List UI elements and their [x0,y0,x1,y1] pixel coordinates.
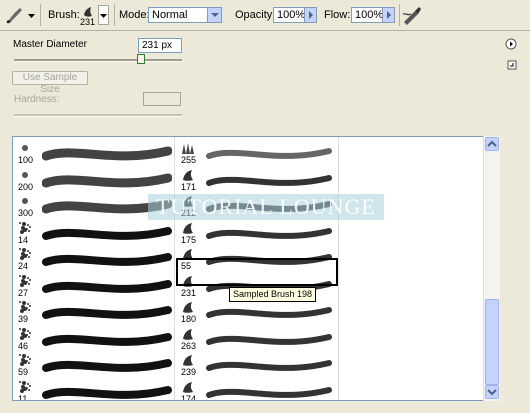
hardness-input[interactable] [143,92,181,106]
master-diameter-slider-thumb[interactable] [137,54,145,64]
divider [40,4,41,26]
chevron-up-icon [487,140,497,147]
mode-value: Normal [152,9,188,21]
brush-stroke-preview [42,275,172,300]
selected-brush-highlight [176,258,338,286]
brush-size-number: 11 [18,393,28,401]
options-toolbar: Brush: 231 Mode: Normal Opacity: 100% Fl… [0,0,530,31]
right-brush-preset[interactable]: 174 [179,380,337,401]
left-brush-preset[interactable]: 27 [16,274,176,301]
left-brush-preset[interactable]: 14 [16,221,176,248]
right-brush-preset[interactable]: 175 [179,221,337,248]
brush-stroke-preview [42,381,172,401]
hardness-slider[interactable] [14,114,182,117]
brush-stroke-preview [42,301,172,326]
brush-stroke-preview [42,222,172,247]
scroll-up-button[interactable] [485,137,499,151]
brush-stroke-preview [205,142,333,167]
brush-size-number: 59 [18,367,29,377]
flyout-menu-icon[interactable] [505,38,517,50]
scroll-thumb[interactable] [485,299,499,385]
brush-stroke-preview [205,222,333,247]
brush-size-number: 239 [181,367,197,377]
flow-input[interactable]: 100% [351,7,395,23]
left-brush-preset[interactable]: 200 [16,168,176,195]
brush-size-number: 14 [18,234,29,245]
opacity-slider-arrow-icon[interactable] [304,8,316,22]
brush-size-number: 263 [181,340,197,351]
left-brush-preset[interactable]: 24 [16,247,176,274]
brush-stroke-preview [205,328,333,353]
right-brush-preset[interactable]: 180 [179,300,337,327]
hardness-label: Hardness: [14,94,60,105]
mode-select[interactable]: Normal [148,7,222,23]
brush-tooltip: Sampled Brush 198 [229,287,317,302]
brush-list-scrollbar[interactable] [483,136,500,401]
brush-stroke-preview [41,142,173,167]
master-diameter-label: Master Diameter [13,39,87,50]
column-divider [174,137,175,400]
brush-stroke-preview [42,354,172,379]
brush-stroke-preview [205,354,333,379]
brush-size-number: 231 [181,287,197,298]
brush-size-label: 231 [80,17,96,27]
opacity-input[interactable]: 100% [273,7,317,23]
brush-preset-picker[interactable]: 231 [80,2,96,30]
brush-picker-dropdown[interactable] [98,5,109,25]
brush-size-number: 200 [18,181,34,192]
brush-stroke-preview [205,381,333,401]
brush-size-number: 24 [18,261,29,271]
scroll-down-button[interactable] [485,385,499,399]
master-diameter-input[interactable]: 231 px [138,38,182,53]
use-sample-size-button[interactable]: Use Sample Size [12,71,88,95]
brush-size-number: 255 [181,155,197,165]
opacity-label: Opacity: [235,9,276,21]
right-brush-preset[interactable]: 255 [179,141,337,168]
divider [114,4,115,26]
right-brush-preset[interactable]: 263 [179,327,337,354]
left-brush-preset[interactable]: 39 [16,300,176,327]
left-brush-preset[interactable]: 11 [16,380,176,401]
flow-slider-arrow-icon[interactable] [382,8,394,22]
brush-stroke-preview [205,301,333,326]
tool-preset-dropdown[interactable] [26,5,37,25]
brush-size-number: 100 [18,155,34,165]
watermark: TUTORIAL LOUNGE [148,194,384,220]
divider [399,4,400,26]
flow-label: Flow: [324,9,351,21]
chevron-down-icon[interactable] [207,8,221,22]
brush-stroke-preview [42,248,172,273]
new-preset-icon[interactable] [507,60,517,70]
flow-value: 100% [355,9,384,21]
brush-size-number: 171 [181,181,197,192]
brush-stroke-preview [205,169,333,194]
left-brush-preset[interactable]: 46 [16,327,176,354]
left-brush-preset[interactable]: 59 [16,353,176,380]
brush-size-number: 46 [18,340,29,351]
brush-size-number: 27 [18,287,29,298]
master-diameter-slider[interactable] [14,59,182,62]
brush-stroke-preview [41,169,173,194]
brush-tool-icon[interactable] [4,5,26,25]
brush-stroke-preview [42,328,172,353]
brush-size-number: 174 [181,393,197,401]
brush-size-number: 175 [181,234,197,245]
opacity-value: 100% [277,9,306,21]
brush-size-number: 39 [18,314,29,324]
mode-label: Mode: [119,9,150,21]
column-divider [338,137,339,400]
chevron-down-icon [487,389,497,396]
brush-size-number: 300 [18,208,34,218]
right-brush-preset[interactable]: 171 [179,168,337,195]
brush-size-number: 180 [181,314,197,324]
left-brush-preset[interactable]: 100 [16,141,176,168]
brush-label: Brush: [48,9,80,21]
right-brush-preset[interactable]: 239 [179,353,337,380]
airbrush-icon[interactable] [401,4,423,26]
